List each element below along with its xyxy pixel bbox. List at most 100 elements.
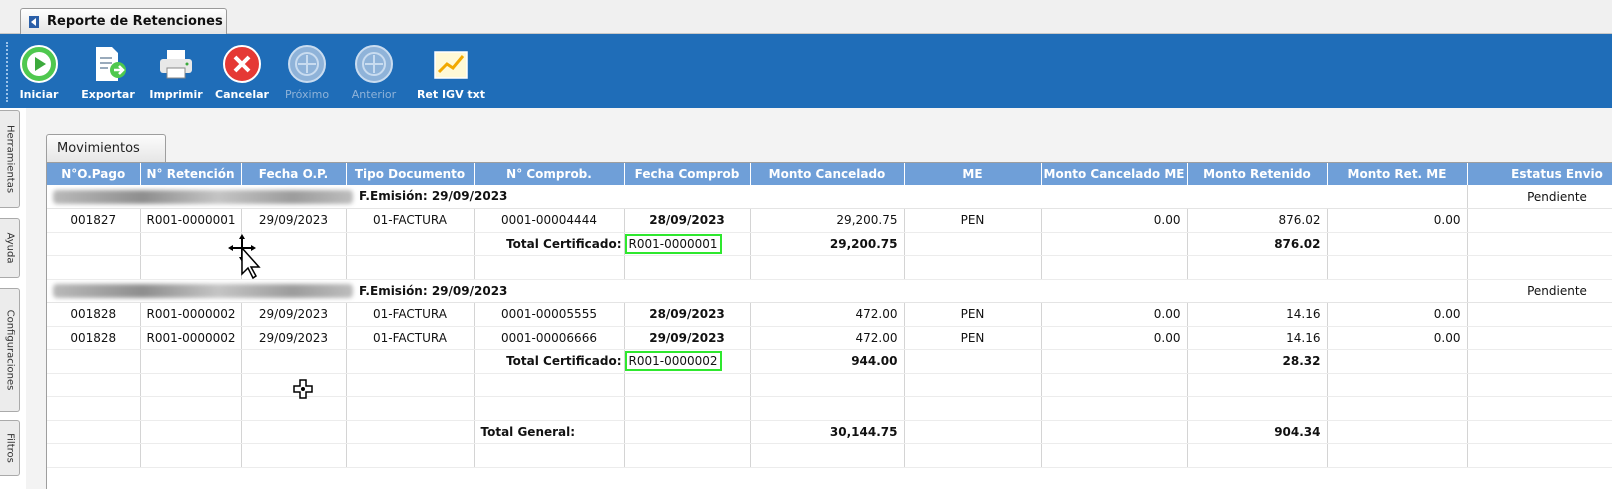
cell-fecha-op: 29/09/2023 xyxy=(241,208,347,233)
col-header-fecha-op[interactable]: Fecha O.P. xyxy=(241,163,347,185)
cell-tipo-documento: 01-FACTURA xyxy=(346,208,475,233)
total-certificado-label: Total Certificado: xyxy=(474,349,625,374)
play-icon xyxy=(17,42,61,86)
total-certificado-row[interactable]: Total Certificado: R001-0000001 29,200.7… xyxy=(47,232,1612,256)
cell-fecha-op: 29/09/2023 xyxy=(241,326,347,350)
total-certificado-label: Total Certificado: xyxy=(474,232,625,256)
col-header-fecha-comprob[interactable]: Fecha Comprob xyxy=(624,163,751,185)
table-row[interactable]: 001827 R001-0000001 29/09/2023 01-FACTUR… xyxy=(47,208,1612,233)
tab-reporte-retenciones[interactable]: Reporte de Retenciones xyxy=(20,8,227,34)
side-tab-configuraciones[interactable]: Configuraciones xyxy=(0,288,20,412)
total-monto-retenido: 876.02 xyxy=(1187,232,1328,256)
table-row[interactable]: 001828 R001-0000002 29/09/2023 01-FACTUR… xyxy=(47,302,1612,327)
cell-monto-ret-me: 0.00 xyxy=(1327,302,1468,327)
col-header-tipo-documento[interactable]: Tipo Documento xyxy=(346,163,475,185)
export-button[interactable]: Exportar xyxy=(78,42,138,104)
next-label: Próximo xyxy=(284,88,330,101)
empty-row xyxy=(47,255,1612,280)
cross-cursor-icon xyxy=(293,379,313,399)
cell-nro-retencion: R001-0000002 xyxy=(140,326,242,350)
tab-title: Reporte de Retenciones xyxy=(47,14,223,29)
toolbar-grip[interactable] xyxy=(6,42,10,102)
next-button[interactable]: Próximo xyxy=(282,42,332,104)
cell-monto-retenido: 14.16 xyxy=(1187,302,1328,327)
cell-me: PEN xyxy=(904,326,1042,350)
col-header-monto-ret-me[interactable]: Monto Ret. ME xyxy=(1327,163,1468,185)
next-icon xyxy=(285,42,329,86)
cell-monto-ret-me: 0.00 xyxy=(1327,208,1468,233)
ret-igv-txt-button[interactable]: Ret IGV txt xyxy=(414,42,488,104)
cell-monto-cancelado: 29,200.75 xyxy=(750,208,905,233)
previous-label: Anterior xyxy=(351,88,397,101)
tab-movimientos[interactable]: Movimientos xyxy=(46,134,166,162)
move-arrow-cursor-icon xyxy=(228,234,261,280)
cancel-label: Cancelar xyxy=(215,88,269,101)
certificate-number-highlight: R001-0000001 xyxy=(624,233,722,254)
col-header-nro-pago[interactable]: N°O.Pago xyxy=(47,163,141,185)
emision-date: F.Emisión: 29/09/2023 xyxy=(359,283,508,298)
cell-fecha-comprob: 28/09/2023 xyxy=(624,208,751,233)
start-label: Iniciar xyxy=(19,88,59,101)
cell-nro-pago: 001828 xyxy=(47,326,141,350)
start-button[interactable]: Iniciar xyxy=(14,42,64,104)
cell-fecha-comprob: 28/09/2023 xyxy=(624,302,751,327)
total-general-label: Total General: xyxy=(474,420,625,444)
group-row[interactable]: F.Emisión: 29/09/2023 Pendiente xyxy=(47,185,1612,209)
side-tab-filtros[interactable]: Filtros xyxy=(0,420,20,476)
col-header-nro-comprob[interactable]: N° Comprob. xyxy=(474,163,625,185)
print-label: Imprimir xyxy=(149,88,203,101)
export-label: Exportar xyxy=(81,88,135,101)
total-monto-cancelado: 29,200.75 xyxy=(750,232,905,256)
toolbar: Iniciar Exportar Imprimir Cancelar Próxi… xyxy=(0,34,1612,108)
print-button[interactable]: Imprimir xyxy=(148,42,204,104)
group-row[interactable]: F.Emisión: 29/09/2023 Pendiente xyxy=(47,279,1612,303)
redacted-supplier-name xyxy=(53,284,353,298)
printer-icon xyxy=(154,42,198,86)
cell-nro-pago: 001827 xyxy=(47,208,141,233)
cell-monto-cancelado: 472.00 xyxy=(750,326,905,350)
cell-estatus xyxy=(1467,326,1612,350)
total-monto-retenido: 28.32 xyxy=(1187,349,1328,374)
col-header-nro-retencion[interactable]: N° Retención xyxy=(140,163,242,185)
total-certificado-cell: R001-0000002 xyxy=(624,349,751,374)
chart-icon xyxy=(429,42,473,86)
cell-nro-comprob: 0001-00005555 xyxy=(474,302,625,327)
empty-row xyxy=(47,373,1612,397)
cell-nro-retencion: R001-0000001 xyxy=(140,208,242,233)
side-tab-ayuda[interactable]: Ayuda xyxy=(0,218,20,278)
total-general-row[interactable]: Total General: 30,144.75 904.34 xyxy=(47,420,1612,444)
report-tab-icon xyxy=(29,15,39,28)
cell-estatus xyxy=(1467,302,1612,327)
col-header-monto-cancelado[interactable]: Monto Cancelado xyxy=(750,163,905,185)
total-certificado-cell: R001-0000001 xyxy=(624,232,751,256)
col-header-monto-cancelado-me[interactable]: Monto Cancelado ME xyxy=(1041,163,1188,185)
cell-monto-retenido: 14.16 xyxy=(1187,326,1328,350)
cell-me: PEN xyxy=(904,208,1042,233)
side-tab-herramientas[interactable]: Herramientas xyxy=(0,110,20,208)
group-header: F.Emisión: 29/09/2023 xyxy=(47,185,1468,209)
total-monto-cancelado: 944.00 xyxy=(750,349,905,374)
status-cell: Pendiente xyxy=(1467,185,1612,209)
col-header-estatus-envio[interactable]: Estatus Envio xyxy=(1467,163,1612,185)
ret-igv-txt-label: Ret IGV txt xyxy=(416,88,486,101)
cell-tipo-documento: 01-FACTURA xyxy=(346,326,475,350)
total-certificado-row[interactable]: Total Certificado: R001-0000002 944.00 2… xyxy=(47,349,1612,374)
cell-nro-comprob: 0001-00004444 xyxy=(474,208,625,233)
col-header-monto-retenido[interactable]: Monto Retenido xyxy=(1187,163,1328,185)
header-row: N°O.Pago N° Retención Fecha O.P. Tipo Do… xyxy=(47,163,1612,185)
cell-monto-cancelado: 472.00 xyxy=(750,302,905,327)
previous-button[interactable]: Anterior xyxy=(346,42,402,104)
cell-fecha-op: 29/09/2023 xyxy=(241,302,347,327)
results-grid[interactable]: N°O.Pago N° Retención Fecha O.P. Tipo Do… xyxy=(46,162,1612,489)
table-row[interactable]: 001828 R001-0000002 29/09/2023 01-FACTUR… xyxy=(47,326,1612,350)
group-header: F.Emisión: 29/09/2023 xyxy=(47,279,1468,303)
cell-me: PEN xyxy=(904,302,1042,327)
cell-fecha-comprob: 29/09/2023 xyxy=(624,326,751,350)
cell-nro-retencion: R001-0000002 xyxy=(140,302,242,327)
cell-monto-cancelado-me: 0.00 xyxy=(1041,208,1188,233)
total-general-retenido: 904.34 xyxy=(1187,420,1328,444)
empty-row xyxy=(47,396,1612,421)
export-icon xyxy=(86,42,130,86)
col-header-me[interactable]: ME xyxy=(904,163,1042,185)
cancel-button[interactable]: Cancelar xyxy=(214,42,270,104)
